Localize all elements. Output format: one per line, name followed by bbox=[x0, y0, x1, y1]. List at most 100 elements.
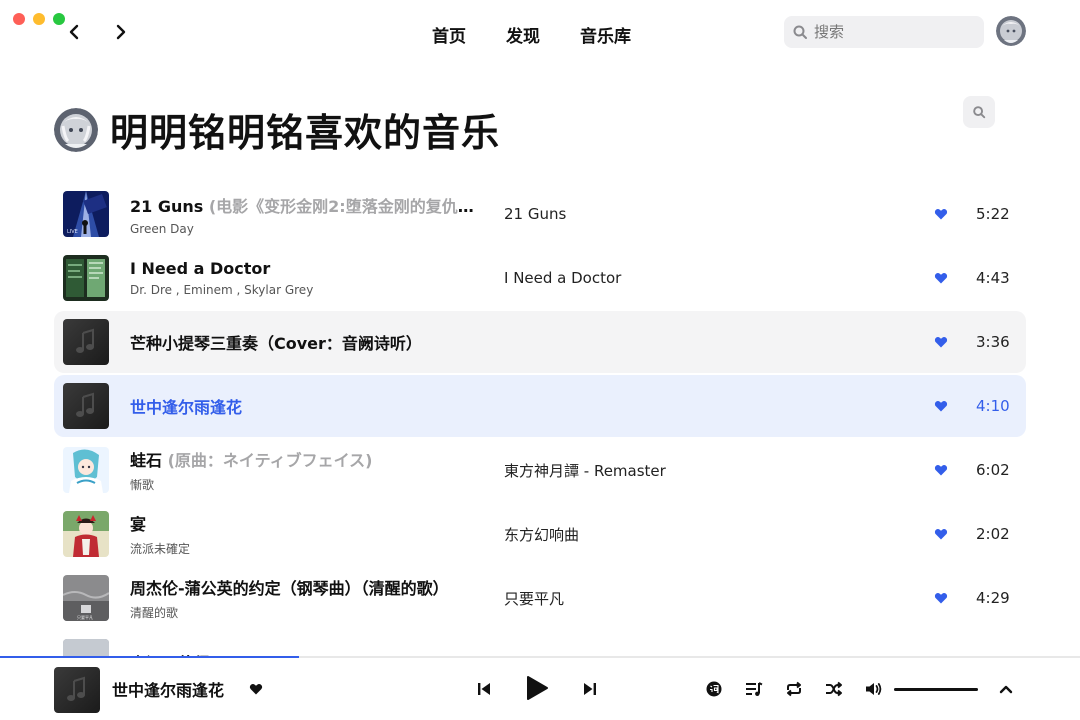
user-avatar[interactable] bbox=[996, 16, 1026, 46]
track-title[interactable]: 芒种小提琴三重奏（Cover：音阙诗听） bbox=[130, 330, 475, 354]
track-cover[interactable] bbox=[63, 447, 109, 493]
track-info: 人间不值得 bbox=[130, 631, 475, 656]
window-controls bbox=[13, 13, 65, 25]
track-title-text: 芒种小提琴三重奏（Cover：音阙诗听） bbox=[130, 334, 422, 353]
track-duration: 6:02 bbox=[976, 461, 1010, 479]
track-cover[interactable]: 只要平凡 bbox=[63, 575, 109, 621]
track-album[interactable]: 东方幻响曲 bbox=[504, 503, 579, 565]
chevron-right-icon bbox=[116, 24, 126, 40]
previous-button[interactable] bbox=[474, 679, 494, 699]
queue-button[interactable] bbox=[744, 679, 764, 699]
play-button[interactable] bbox=[522, 673, 552, 703]
track-row[interactable]: I Need a Doctor Dr. Dre , Eminem , Skylar… bbox=[54, 247, 1026, 309]
track-row[interactable]: 世中逢尔雨逢花 4:10 bbox=[54, 375, 1026, 437]
track-like-button[interactable] bbox=[934, 399, 948, 413]
track-album[interactable]: 21 Guns bbox=[504, 183, 566, 245]
track-like-button[interactable] bbox=[934, 207, 948, 221]
track-row[interactable]: 宴流派未確定 东方幻响曲 2:02 bbox=[54, 503, 1026, 565]
track-like-button[interactable] bbox=[934, 271, 948, 285]
search-input[interactable] bbox=[814, 23, 974, 41]
track-title-text: 宴 bbox=[130, 515, 147, 534]
now-playing-title[interactable]: 世中逢尔雨逢花 bbox=[112, 677, 224, 701]
heart-icon bbox=[934, 401, 948, 412]
track-artist[interactable]: 慚歌 bbox=[130, 476, 475, 493]
track-title[interactable]: 周杰伦-蒲公英的约定（钢琴曲）（清醒的歌） bbox=[130, 575, 475, 599]
playlist-search-button[interactable] bbox=[963, 96, 995, 128]
track-artist[interactable]: 流派未確定 bbox=[130, 540, 475, 557]
track-cover[interactable] bbox=[63, 319, 109, 365]
track-duration: 4:10 bbox=[976, 397, 1010, 415]
track-info: 芒种小提琴三重奏（Cover：音阙诗听） bbox=[130, 311, 475, 373]
track-subtitle: (原曲：ネイティブフェイス) bbox=[167, 451, 373, 470]
nav-library[interactable]: 音乐库 bbox=[568, 20, 643, 49]
album-cover-image bbox=[63, 255, 109, 301]
heart-icon bbox=[934, 529, 948, 540]
track-row[interactable]: 蛙石 (原曲：ネイティブフェイス) 慚歌 東方神月譚 - Remaster 6:02 bbox=[54, 439, 1026, 501]
minimize-window-button[interactable] bbox=[33, 13, 45, 25]
track-row[interactable]: 只要平凡 周杰伦-蒲公英的约定（钢琴曲）（清醒的歌） 清醒的歌 只要平凡 4:29 bbox=[54, 567, 1026, 629]
track-title[interactable]: 21 Guns (电影《变形金刚2:堕落金刚的复仇》插曲) bbox=[130, 193, 475, 217]
track-row[interactable]: LIVE 21 Guns (电影《变形金刚2:堕落金刚的复仇》插曲) Green D… bbox=[54, 183, 1026, 245]
track-duration: 3:36 bbox=[976, 333, 1010, 351]
album-cover-image bbox=[63, 639, 109, 656]
heart-icon bbox=[249, 684, 263, 695]
track-cover[interactable] bbox=[63, 255, 109, 301]
track-artist[interactable]: 清醒的歌 bbox=[130, 604, 475, 621]
track-title[interactable]: 蛙石 (原曲：ネイティブフェイス) bbox=[130, 447, 475, 471]
playlist-queue-icon bbox=[746, 682, 763, 696]
track-row[interactable]: 芒种小提琴三重奏（Cover：音阙诗听） 3:36 bbox=[54, 311, 1026, 373]
svg-text:LIVE: LIVE bbox=[67, 229, 78, 235]
track-cover[interactable] bbox=[63, 639, 109, 656]
track-info: I Need a Doctor Dr. Dre , Eminem , Skylar… bbox=[130, 247, 475, 309]
track-title-text: 蛙石 bbox=[130, 451, 163, 470]
track-row[interactable]: 人间不值得 bbox=[54, 631, 1026, 656]
volume-fill bbox=[894, 688, 978, 691]
track-album[interactable]: I Need a Doctor bbox=[504, 247, 621, 309]
nav-home[interactable]: 首页 bbox=[420, 20, 478, 49]
search-box[interactable] bbox=[784, 16, 984, 48]
track-artist[interactable]: Dr. Dre , Eminem , Skylar Grey bbox=[130, 283, 475, 297]
track-cover[interactable] bbox=[63, 511, 109, 557]
volume-icon bbox=[866, 683, 882, 695]
track-title[interactable]: 宴 bbox=[130, 511, 475, 535]
next-button[interactable] bbox=[580, 679, 600, 699]
track-like-button[interactable] bbox=[934, 527, 948, 541]
track-like-button[interactable] bbox=[934, 591, 948, 605]
track-title-text: I Need a Doctor bbox=[130, 259, 271, 278]
track-title-text: 21 Guns bbox=[130, 196, 204, 216]
track-cover[interactable] bbox=[63, 383, 109, 429]
forward-button[interactable] bbox=[107, 18, 135, 46]
track-title-text: 周杰伦-蒲公英的约定（钢琴曲）（清醒的歌） bbox=[130, 579, 449, 598]
track-album[interactable]: 只要平凡 bbox=[504, 567, 564, 629]
progress-bar[interactable] bbox=[0, 656, 1080, 658]
close-window-button[interactable] bbox=[13, 13, 25, 25]
search-icon bbox=[973, 106, 986, 119]
page-title: 明明铭明铭喜欢的音乐 bbox=[110, 111, 501, 155]
lyrics-button[interactable] bbox=[704, 679, 724, 699]
heart-icon bbox=[934, 337, 948, 348]
shuffle-button[interactable] bbox=[824, 679, 844, 699]
track-duration: 2:02 bbox=[976, 525, 1010, 543]
like-button[interactable] bbox=[249, 682, 263, 696]
play-icon bbox=[527, 676, 548, 700]
repeat-button[interactable] bbox=[784, 679, 804, 699]
track-like-button[interactable] bbox=[934, 463, 948, 477]
track-like-button[interactable] bbox=[934, 335, 948, 349]
back-button[interactable] bbox=[60, 18, 88, 46]
volume-button[interactable] bbox=[864, 679, 884, 699]
album-cover-image bbox=[63, 383, 109, 429]
track-info: 周杰伦-蒲公英的约定（钢琴曲）（清醒的歌） 清醒的歌 bbox=[130, 567, 475, 629]
volume-slider[interactable] bbox=[894, 688, 978, 691]
track-title[interactable]: 世中逢尔雨逢花 bbox=[130, 394, 475, 418]
now-playing-cover[interactable] bbox=[54, 667, 100, 713]
track-album[interactable]: 東方神月譚 - Remaster bbox=[504, 439, 666, 501]
track-cover[interactable]: LIVE bbox=[63, 191, 109, 237]
nav-discover[interactable]: 发现 bbox=[494, 20, 552, 49]
search-icon bbox=[793, 25, 807, 39]
track-artist[interactable]: Green Day bbox=[130, 222, 475, 236]
expand-player-button[interactable] bbox=[996, 679, 1016, 699]
track-subtitle: (电影《变形金刚2:堕落金刚的复仇》插曲) bbox=[208, 196, 475, 216]
avatar-image bbox=[996, 16, 1026, 46]
track-title[interactable]: I Need a Doctor bbox=[130, 259, 475, 278]
chevron-left-icon bbox=[69, 24, 79, 40]
